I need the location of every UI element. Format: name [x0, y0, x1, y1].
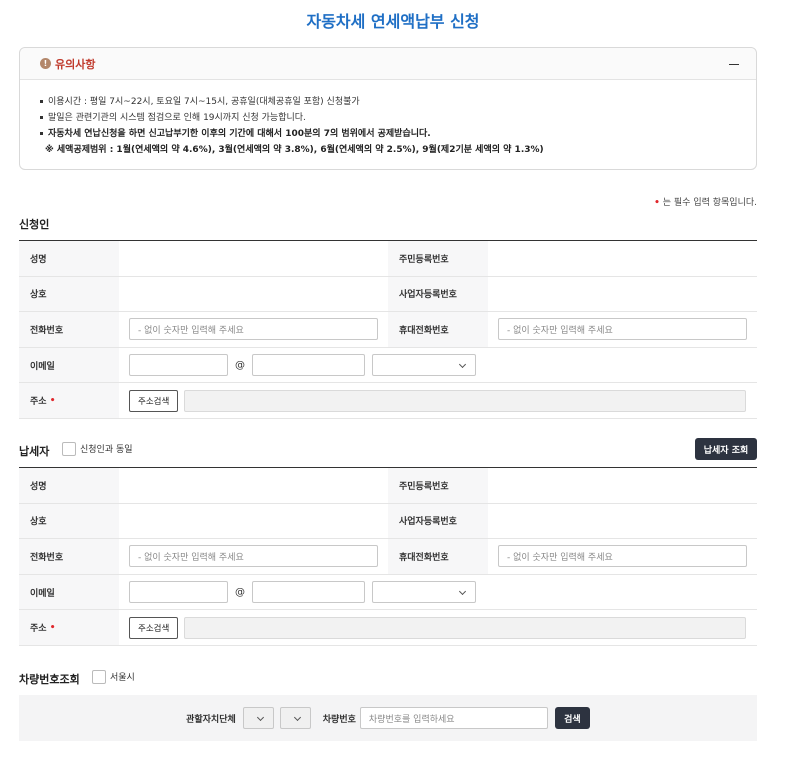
vehicle-section-title: 차량번호조회 — [19, 673, 80, 686]
address-label: 주소 • — [19, 383, 119, 418]
name-value — [119, 468, 388, 503]
same-as-applicant[interactable]: 신청인과 동일 — [62, 442, 133, 456]
notice-header: ! 유의사항 — [20, 48, 756, 80]
company-label: 상호 — [19, 503, 119, 539]
seoul-checkbox[interactable] — [92, 670, 106, 684]
at-sign: @ — [235, 359, 245, 371]
address-field — [184, 389, 747, 412]
rrn-value — [488, 241, 757, 276]
required-note: • 는 필수 입력 항목입니다. — [654, 198, 757, 208]
form-row: 주소 • 주소검색 — [19, 383, 757, 419]
mobile-label: 휴대전화번호 — [388, 539, 488, 574]
info-icon: ! — [40, 58, 51, 69]
taxpayer-lookup-button[interactable]: 납세자 조회 — [695, 438, 757, 460]
jurisdiction-select-1[interactable] — [242, 707, 274, 729]
email-id-input[interactable] — [129, 581, 228, 604]
company-value — [119, 504, 388, 539]
taxpayer-section-title: 납세자 — [19, 445, 50, 458]
jurisdiction-label: 관할자치단체 — [186, 714, 236, 725]
notice-line: 자동차세 연납신청을 하면 신고납부기한 이후의 기간에 대해서 100분의 7… — [40, 126, 756, 142]
email-domain-input[interactable] — [252, 581, 365, 604]
page-title: 자동차세 연세액납부 신청 — [306, 12, 480, 31]
rrn-value — [488, 468, 757, 503]
brn-label: 사업자등록번호 — [388, 503, 488, 539]
brn-label: 사업자등록번호 — [388, 276, 488, 312]
email-label: 이메일 — [19, 347, 119, 383]
rrn-label: 주민등록번호 — [388, 468, 488, 503]
mobile-label: 휴대전화번호 — [388, 312, 488, 347]
mobile-input[interactable]: - 없이 숫자만 입력해 주세요 — [498, 545, 747, 568]
mobile-input[interactable]: - 없이 숫자만 입력해 주세요 — [498, 318, 747, 341]
collapse-icon[interactable] — [726, 56, 742, 72]
same-as-applicant-checkbox[interactable] — [62, 442, 76, 456]
company-value — [119, 277, 388, 312]
name-label: 성명 — [19, 241, 119, 276]
plate-label: 차량번호 — [322, 714, 356, 725]
rrn-label: 주민등록번호 — [388, 241, 488, 276]
phone-input[interactable]: - 없이 숫자만 입력해 주세요 — [129, 545, 378, 568]
notice-sub-line: ※ 세액공제범위 : 1월(연세액의 약 4.6%), 3월(연세액의 약 3.… — [45, 145, 544, 155]
name-label: 성명 — [19, 468, 119, 503]
form-row: 이메일 @ — [19, 574, 757, 611]
at-sign: @ — [235, 586, 245, 598]
company-label: 상호 — [19, 276, 119, 312]
notice-panel: ! 유의사항 이용시간 : 평일 7시~22시, 토요일 7시~15시, 공휴일… — [19, 47, 757, 170]
address-field — [184, 616, 747, 639]
notice-line: 이용시간 : 평일 7시~22시, 토요일 7시~15시, 공휴일(대체공휴일 … — [40, 94, 756, 110]
notice-line: 말일은 관련기관의 시스템 점검으로 인해 19시까지 신청 가능합니다. — [40, 110, 756, 126]
phone-label: 전화번호 — [19, 539, 119, 574]
form-row: 주소 • 주소검색 — [19, 610, 757, 646]
taxpayer-form: 성명 주민등록번호 상호 사업자등록번호 전화번호 - 없이 숫자만 입력해 주… — [19, 467, 757, 646]
jurisdiction-select-2[interactable] — [279, 707, 311, 729]
form-row: 상호 사업자등록번호 — [19, 503, 757, 540]
applicant-section-title: 신청인 — [19, 218, 50, 231]
plate-input[interactable]: 차량번호를 입력하세요 — [359, 707, 548, 729]
address-label: 주소 • — [19, 610, 119, 645]
phone-input[interactable]: - 없이 숫자만 입력해 주세요 — [129, 318, 378, 341]
form-row: 전화번호 - 없이 숫자만 입력해 주세요 휴대전화번호 - 없이 숫자만 입력… — [19, 312, 757, 348]
brn-value — [488, 277, 757, 312]
applicant-form: 성명 주민등록번호 상호 사업자등록번호 전화번호 - 없이 숫자만 입력해 주… — [19, 240, 757, 419]
address-search-button[interactable]: 주소검색 — [129, 389, 179, 412]
required-mark: • — [49, 622, 56, 633]
name-value — [119, 241, 388, 276]
email-domain-select[interactable] — [372, 354, 476, 377]
email-domain-input[interactable] — [252, 354, 365, 377]
address-search-button[interactable]: 주소검색 — [129, 616, 179, 639]
required-mark: • — [49, 395, 56, 406]
notice-body: 이용시간 : 평일 7시~22시, 토요일 7시~15시, 공휴일(대체공휴일 … — [20, 80, 756, 158]
email-id-input[interactable] — [129, 354, 228, 377]
form-row: 상호 사업자등록번호 — [19, 276, 757, 313]
email-domain-select[interactable] — [372, 581, 476, 604]
email-label: 이메일 — [19, 574, 119, 610]
phone-label: 전화번호 — [19, 312, 119, 347]
vehicle-search-area: 관할자치단체 차량번호 차량번호를 입력하세요 검색 — [19, 695, 757, 741]
bullet-icon — [40, 100, 43, 103]
bullet-icon — [40, 116, 43, 119]
form-row: 전화번호 - 없이 숫자만 입력해 주세요 휴대전화번호 - 없이 숫자만 입력… — [19, 539, 757, 575]
form-row: 이메일 @ — [19, 347, 757, 384]
seoul-option[interactable]: 서울시 — [92, 670, 135, 684]
bullet-icon — [40, 132, 43, 135]
vehicle-search-button[interactable]: 검색 — [554, 707, 590, 729]
form-row: 성명 주민등록번호 — [19, 241, 757, 277]
brn-value — [488, 504, 757, 539]
notice-title: 유의사항 — [55, 57, 96, 71]
form-row: 성명 주민등록번호 — [19, 468, 757, 504]
